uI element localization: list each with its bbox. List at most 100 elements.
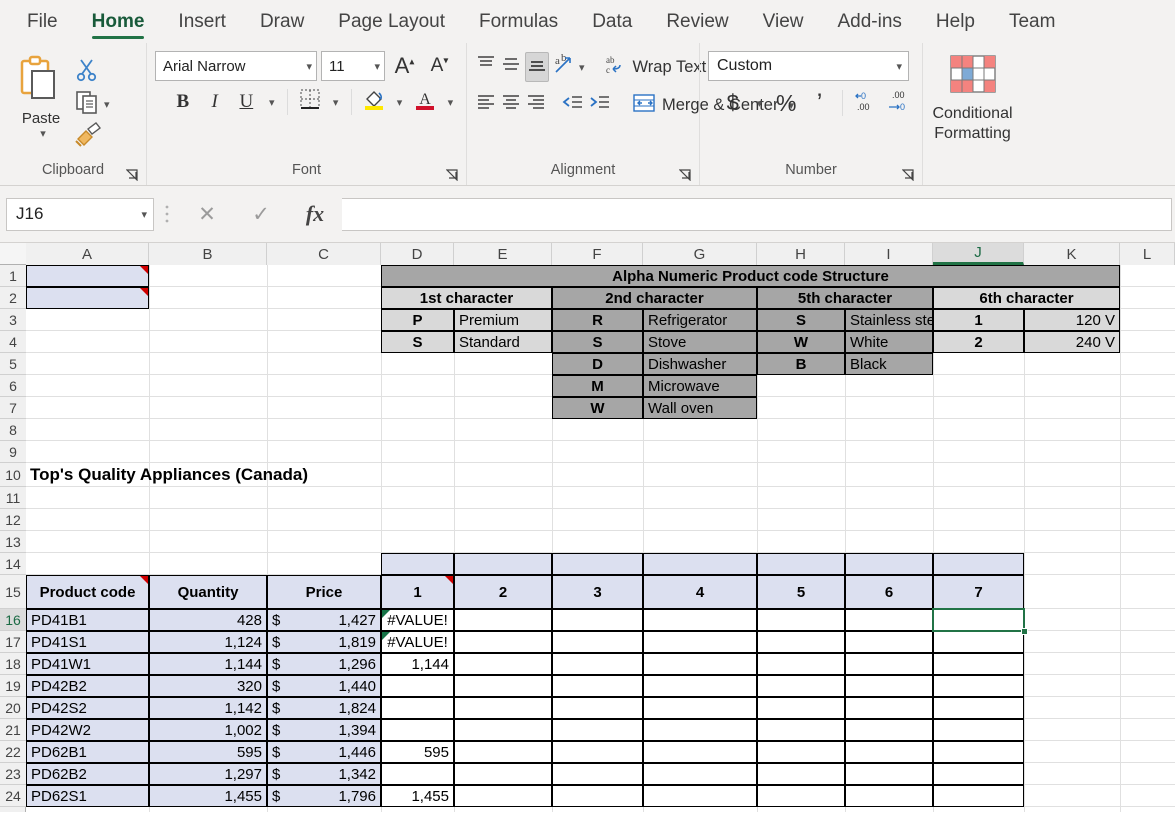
table-cell-blank-H[interactable]	[757, 697, 845, 719]
table-cell-blank-I[interactable]	[845, 763, 933, 785]
table-cell-blank-I[interactable]	[845, 741, 933, 763]
table-cell-blank-H[interactable]	[757, 741, 845, 763]
table-cell-product-code[interactable]: PD62B2	[26, 763, 149, 785]
ribbon-tab-draw[interactable]: Draw	[243, 0, 321, 43]
legend-desc-2nd[interactable]: Microwave	[643, 375, 757, 397]
table-cell-blank-J[interactable]	[933, 697, 1024, 719]
table-cell-quantity[interactable]: 1,297	[149, 763, 267, 785]
legend-desc-6th[interactable]: 120 V	[1024, 309, 1120, 331]
column-header-K[interactable]: K	[1024, 243, 1120, 265]
underline-options-button[interactable]: ▾	[264, 87, 279, 117]
table-cell-blank-G[interactable]	[643, 697, 757, 719]
row-header-10[interactable]: 10	[0, 463, 26, 487]
font-size-select[interactable]: 11 ▾	[321, 51, 385, 81]
table-cell-price[interactable]: $1,824	[267, 697, 381, 719]
legend-title[interactable]: Alpha Numeric Product code Structure	[381, 265, 1120, 287]
cell-A2[interactable]	[26, 287, 149, 309]
table-cell-blank-H[interactable]	[757, 785, 845, 807]
column-header-I[interactable]: I	[845, 243, 933, 265]
legend-code-1st[interactable]: S	[381, 331, 454, 353]
table-cell-blank-E[interactable]	[454, 631, 552, 653]
ribbon-tab-file[interactable]: File	[10, 0, 75, 43]
table-header-D[interactable]: 1	[381, 575, 454, 609]
table-cell-product-code[interactable]: PD42W2	[26, 719, 149, 741]
legend-header-5th[interactable]: 5th character	[757, 287, 933, 309]
row-header-2[interactable]: 2	[0, 287, 26, 309]
ribbon-tab-view[interactable]: View	[746, 0, 821, 43]
table-cell-blank-H[interactable]	[757, 763, 845, 785]
cancel-edit-button[interactable]: ✕	[180, 198, 234, 231]
row-header-15[interactable]: 15	[0, 575, 26, 609]
table-cell-blank-J[interactable]	[933, 719, 1024, 741]
table-cell-calc-1[interactable]: #VALUE!	[381, 609, 454, 631]
underline-button[interactable]: U	[232, 87, 260, 117]
table-cell-blank-F[interactable]	[552, 741, 643, 763]
table-cell-blank-F[interactable]	[552, 675, 643, 697]
ribbon-tab-home[interactable]: Home	[75, 0, 162, 43]
table-header-G[interactable]: 4	[643, 575, 757, 609]
table-cell-quantity[interactable]: 1,142	[149, 697, 267, 719]
column-header-L[interactable]: L	[1120, 243, 1175, 265]
table-cell-blank-F[interactable]	[552, 631, 643, 653]
ribbon-tab-team[interactable]: Team	[992, 0, 1072, 43]
column-header-D[interactable]: D	[381, 243, 454, 265]
table-cell-price[interactable]: $1,296	[267, 653, 381, 675]
row-header-12[interactable]: 12	[0, 509, 26, 531]
accounting-options-button[interactable]: ▾	[751, 88, 767, 118]
table-cell-blank-I[interactable]	[845, 785, 933, 807]
row-header-23[interactable]: 23	[0, 763, 26, 785]
cut-button[interactable]	[74, 57, 110, 87]
align-bottom-button[interactable]	[525, 52, 549, 82]
column-header-C[interactable]: C	[267, 243, 381, 265]
table-cell-quantity[interactable]: 320	[149, 675, 267, 697]
row-header-11[interactable]: 11	[0, 487, 26, 509]
table-cell-quantity[interactable]: 1,144	[149, 653, 267, 675]
table-cell-blank-I[interactable]	[845, 697, 933, 719]
table-cell-blank-I[interactable]	[845, 719, 933, 741]
table-cell-blank-G[interactable]	[643, 609, 757, 631]
legend-desc-6th[interactable]: 240 V	[1024, 331, 1120, 353]
table-cell-blank-H[interactable]	[757, 719, 845, 741]
table-cell-quantity[interactable]: 595	[149, 741, 267, 763]
table-cell-product-code[interactable]: PD62B1	[26, 741, 149, 763]
legend-code-1st[interactable]: P	[381, 309, 454, 331]
table-cell-price[interactable]: $1,819	[267, 631, 381, 653]
table-cell-product-code[interactable]: PD42B2	[26, 675, 149, 697]
ribbon-tab-page-layout[interactable]: Page Layout	[321, 0, 462, 43]
table-subheader-cell-I[interactable]	[845, 553, 933, 575]
table-cell-blank-F[interactable]	[552, 785, 643, 807]
conditional-formatting-button[interactable]: Conditional Formatting	[923, 47, 1022, 144]
accounting-format-button[interactable]: $	[718, 88, 747, 118]
table-subheader-cell-J[interactable]	[933, 553, 1024, 575]
table-cell-calc-1[interactable]: 1,455	[381, 785, 454, 807]
table-cell-blank-E[interactable]	[454, 785, 552, 807]
legend-desc-1st[interactable]: Premium	[454, 309, 552, 331]
align-top-button[interactable]	[475, 52, 497, 82]
table-cell-blank-H[interactable]	[757, 609, 845, 631]
table-cell-blank-G[interactable]	[643, 785, 757, 807]
table-cell-blank-J[interactable]	[933, 631, 1024, 653]
table-cell-quantity[interactable]: 1,002	[149, 719, 267, 741]
increase-indent-button[interactable]	[588, 90, 612, 120]
table-cell-blank-F[interactable]	[552, 719, 643, 741]
row-header-18[interactable]: 18	[0, 653, 26, 675]
legend-desc-2nd[interactable]: Stove	[643, 331, 757, 353]
table-cell-blank-H[interactable]	[757, 653, 845, 675]
row-header-19[interactable]: 19	[0, 675, 26, 697]
table-header-J[interactable]: 7	[933, 575, 1024, 609]
table-cell-blank-G[interactable]	[643, 741, 757, 763]
table-cell-blank-E[interactable]	[454, 741, 552, 763]
legend-code-2nd[interactable]: R	[552, 309, 643, 331]
bold-button[interactable]: B	[169, 87, 197, 117]
legend-code-5th[interactable]: S	[757, 309, 845, 331]
column-header-G[interactable]: G	[643, 243, 757, 265]
legend-code-2nd[interactable]: W	[552, 397, 643, 419]
table-cell-calc-1[interactable]	[381, 697, 454, 719]
table-cell-blank-F[interactable]	[552, 763, 643, 785]
text-orientation-options-button[interactable]: ▾	[579, 52, 585, 82]
table-subheader-cell-E[interactable]	[454, 553, 552, 575]
legend-desc-2nd[interactable]: Dishwasher	[643, 353, 757, 375]
table-cell-blank-G[interactable]	[643, 763, 757, 785]
row-header-22[interactable]: 22	[0, 741, 26, 763]
table-cell-blank-E[interactable]	[454, 609, 552, 631]
